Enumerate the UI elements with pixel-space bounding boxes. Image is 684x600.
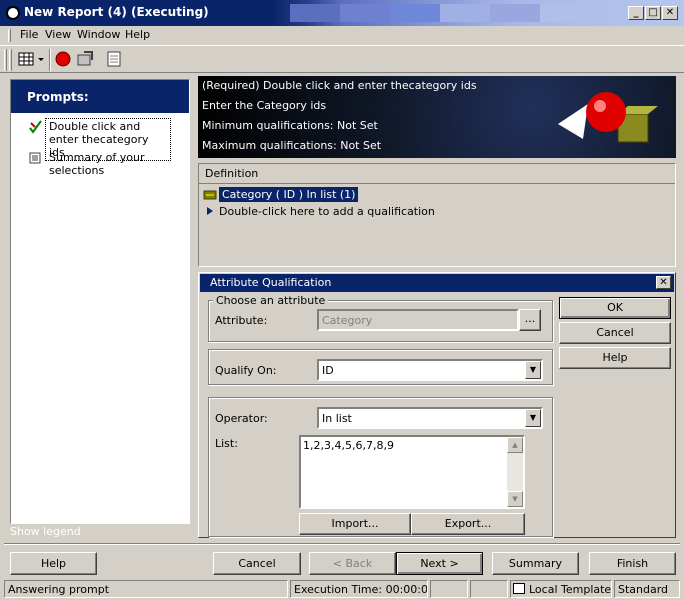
- chevron-down-icon[interactable]: ▼: [525, 361, 541, 379]
- app-icon: [6, 6, 20, 20]
- operator-value: In list: [322, 412, 352, 425]
- menu-view[interactable]: View: [45, 28, 71, 41]
- choose-attribute-label: Choose an attribute: [213, 294, 329, 307]
- toolbar-grip-2: [9, 49, 12, 71]
- list-value: 1,2,3,4,5,6,7,8,9: [303, 439, 394, 452]
- view-dropdown-icon[interactable]: [36, 49, 46, 69]
- arrow-right-icon: [206, 206, 214, 219]
- finish-button[interactable]: Finish: [589, 552, 676, 575]
- menu-window[interactable]: Window: [77, 28, 120, 41]
- next-button[interactable]: Next >: [396, 552, 483, 575]
- footer-divider: [4, 543, 680, 545]
- status-mode: Standard: [614, 580, 680, 598]
- menu-bar: File View Window Help: [0, 26, 684, 44]
- qualification-item[interactable]: Category ( ID ) In list (1): [219, 187, 359, 202]
- menu-file[interactable]: File: [20, 28, 38, 41]
- status-blank-panel-2: [470, 580, 508, 598]
- dialog-title: Attribute Qualification: [200, 274, 674, 292]
- title-bar-decoration: [290, 4, 590, 22]
- grid-view-icon[interactable]: [17, 49, 37, 69]
- answered-check-icon: [28, 119, 44, 138]
- status-execution-time: Execution Time: 00:00:01: [290, 580, 428, 598]
- status-blank-panel: [430, 580, 468, 598]
- qualify-on-value: ID: [322, 364, 334, 377]
- qualify-on-select[interactable]: ID ▼: [317, 359, 543, 381]
- maximize-button[interactable]: □: [645, 6, 661, 20]
- attribute-label: Attribute:: [215, 314, 268, 327]
- cancel-button[interactable]: Cancel: [213, 552, 301, 575]
- import-button[interactable]: Import...: [299, 513, 411, 535]
- scroll-up-icon[interactable]: ▲: [507, 437, 523, 453]
- prompts-header: Prompts:: [11, 80, 189, 113]
- menu-help[interactable]: Help: [125, 28, 150, 41]
- attribute-qualification-dialog: Attribute Qualification ✕ Choose an attr…: [198, 272, 676, 538]
- add-qualification-item[interactable]: Double-click here to add a qualification: [219, 205, 435, 218]
- toolbar-grip: [4, 49, 7, 71]
- qualification-icon: [203, 188, 217, 205]
- dialog-help-button[interactable]: Help: [559, 347, 671, 369]
- status-message: Answering prompt: [4, 580, 288, 598]
- banner-line-instruction: Enter the Category ids: [202, 99, 327, 112]
- banner-line-maximum: Maximum qualifications: Not Set: [202, 139, 382, 152]
- toolbar: [0, 45, 684, 73]
- browse-attribute-button[interactable]: ...: [519, 309, 541, 331]
- minimize-button[interactable]: _: [628, 6, 644, 20]
- dialog-close-button[interactable]: ✕: [656, 276, 671, 289]
- list-label: List:: [215, 437, 238, 450]
- show-legend-link[interactable]: Show legend: [10, 525, 81, 538]
- help-button[interactable]: Help: [10, 552, 97, 575]
- record-icon[interactable]: [53, 49, 73, 69]
- status-template-label: Local Template: [529, 583, 612, 596]
- definition-header: Definition: [199, 164, 675, 184]
- dialog-cancel-button[interactable]: Cancel: [559, 322, 671, 344]
- qualify-on-label: Qualify On:: [215, 364, 277, 377]
- ok-button[interactable]: OK: [559, 297, 671, 319]
- list-textarea[interactable]: 1,2,3,4,5,6,7,8,9 ▲ ▼: [299, 435, 525, 509]
- menu-grip: [8, 29, 11, 42]
- scroll-down-icon[interactable]: ▼: [507, 491, 523, 507]
- document-icon[interactable]: [104, 49, 124, 69]
- attribute-field: Category: [317, 309, 519, 331]
- chevron-down-icon[interactable]: ▼: [525, 409, 541, 427]
- status-template: Local Template: [510, 580, 612, 598]
- prompts-pane: Prompts: Double click and enter thecateg…: [10, 79, 190, 524]
- window-title: New Report (4) (Executing): [24, 5, 209, 19]
- close-button[interactable]: ✕: [662, 6, 678, 20]
- prompt-banner: (Required) Double click and enter thecat…: [198, 76, 676, 158]
- toolbar-separator: [49, 49, 51, 71]
- logo-shapes-icon: [548, 84, 668, 157]
- operator-select[interactable]: In list ▼: [317, 407, 543, 429]
- export-button[interactable]: Export...: [411, 513, 525, 535]
- summary-button[interactable]: Summary: [492, 552, 579, 575]
- summary-icon: [29, 152, 41, 167]
- export-icon[interactable]: [75, 49, 95, 69]
- template-icon: [513, 583, 525, 594]
- prompt-item-summary[interactable]: Summary of your selections: [49, 151, 169, 177]
- banner-line-required: (Required) Double click and enter thecat…: [202, 79, 477, 92]
- back-button[interactable]: < Back: [309, 552, 396, 575]
- operator-label: Operator:: [215, 412, 268, 425]
- list-scrollbar[interactable]: ▲ ▼: [507, 437, 523, 507]
- definition-box: Definition Category ( ID ) In list (1) D…: [198, 163, 676, 267]
- banner-line-minimum: Minimum qualifications: Not Set: [202, 119, 378, 132]
